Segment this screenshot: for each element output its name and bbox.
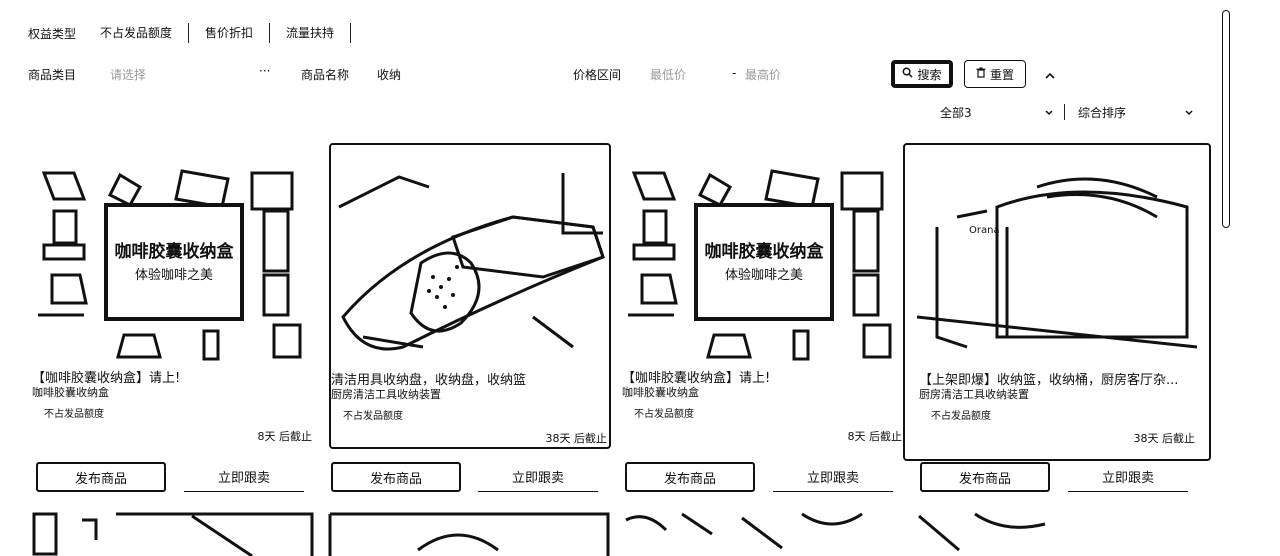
benefit-type-filter: 权益类型 不占发品额度 售价折扣 流量扶持 [28,22,352,44]
product-image [622,510,904,556]
benefit-tag: 不占发品额度 [931,411,991,422]
category-more-icon[interactable]: ··· [259,64,270,78]
sort-order-select[interactable]: 综合排序 [1078,104,1194,121]
deadline-text: 38天 后截止 [1133,432,1196,445]
benefit-option-no-quota[interactable]: 不占发品额度 [100,23,190,43]
sort-divider [1064,104,1065,120]
reset-button[interactable]: 重置 [964,60,1026,88]
sort-order-value: 综合排序 [1078,106,1127,120]
product-image [333,167,607,363]
benefit-tag: 不占发品额度 [44,409,104,420]
product-subtitle: 厨房清洁工具收纳装置 [331,388,441,401]
deadline-text: 8天 后截止 [847,430,903,443]
publish-product-button[interactable]: 发布商品 [920,462,1050,492]
product-image-text: 咖啡胶囊收纳盒 [115,241,235,262]
publish-product-button[interactable]: 发布商品 [331,462,461,492]
product-image-subtext: 体验咖啡之美 [135,267,213,283]
search-button-label: 搜索 [917,67,942,82]
product-image [328,510,610,556]
search-button[interactable]: 搜索 [891,60,953,88]
product-image: Orana [917,167,1199,363]
product-image-subtext: 体验咖啡之美 [725,267,803,283]
price-range-label: 价格区间 [573,68,622,82]
category-select[interactable]: 请选择 [110,66,146,83]
status-filter-value: 全部3 [940,106,972,120]
category-label: 商品类目 [28,68,77,82]
follow-sell-button[interactable]: 立即跟卖 [478,462,598,492]
product-image-text: 咖啡胶囊收纳盒 [705,241,825,262]
benefit-tag: 不占发品额度 [343,411,403,422]
price-dash: - [732,66,737,80]
follow-sell-button[interactable]: 立即跟卖 [1068,462,1188,492]
product-card[interactable]: 咖啡胶囊收纳盒 体验咖啡之美 【咖啡胶囊收纳盒】请上! 咖啡胶囊收纳盒 不占发品… [622,143,904,449]
product-image [915,510,1055,556]
benefit-type-label: 权益类型 [28,26,77,41]
product-subtitle: 咖啡胶囊收纳盒 [622,386,699,399]
deadline-text: 38天 后截止 [545,432,608,445]
svg-text:Orana: Orana [969,225,1000,236]
status-filter-select[interactable]: 全部3 [940,104,1054,121]
publish-product-button[interactable]: 发布商品 [36,462,166,492]
product-card[interactable]: Orana 【上架即爆】收纳篮，收纳桶，厨房客厅杂... 厨房清洁工具收纳装置 … [903,143,1211,461]
follow-sell-button[interactable]: 立即跟卖 [184,462,304,492]
product-name-label: 商品名称 [301,68,350,82]
deadline-text: 8天 后截止 [257,430,313,443]
product-subtitle: 咖啡胶囊收纳盒 [32,386,109,399]
product-image [32,510,314,556]
benefit-option-discount[interactable]: 售价折扣 [189,23,271,43]
reset-button-label: 重置 [989,67,1014,82]
chevron-down-icon [1044,106,1054,120]
product-name-input[interactable]: 收纳 [377,66,401,83]
publish-product-button[interactable]: 发布商品 [625,462,755,492]
product-subtitle: 厨房清洁工具收纳装置 [919,388,1029,401]
follow-sell-button[interactable]: 立即跟卖 [773,462,893,492]
product-image: 咖啡胶囊收纳盒 体验咖啡之美 [624,165,898,361]
benefit-option-traffic[interactable]: 流量扶持 [270,23,352,43]
benefit-tag: 不占发品额度 [634,409,694,420]
trash-icon [976,67,986,81]
scrollbar[interactable] [1222,10,1230,228]
chevron-up-icon[interactable] [1044,66,1056,85]
product-image: 咖啡胶囊收纳盒 体验咖啡之美 [34,165,308,361]
product-card[interactable]: 咖啡胶囊收纳盒 体验咖啡之美 【咖啡胶囊收纳盒】请上! 咖啡胶囊收纳盒 不占发品… [32,143,314,449]
price-max-input[interactable]: 最高价 [745,66,781,83]
chevron-down-icon [1184,106,1194,120]
search-icon [902,67,914,81]
price-min-input[interactable]: 最低价 [650,66,686,83]
product-card[interactable]: 清洁用具收纳盘，收纳盘，收纳篮 厨房清洁工具收纳装置 不占发品额度 38天 后截… [329,143,611,449]
